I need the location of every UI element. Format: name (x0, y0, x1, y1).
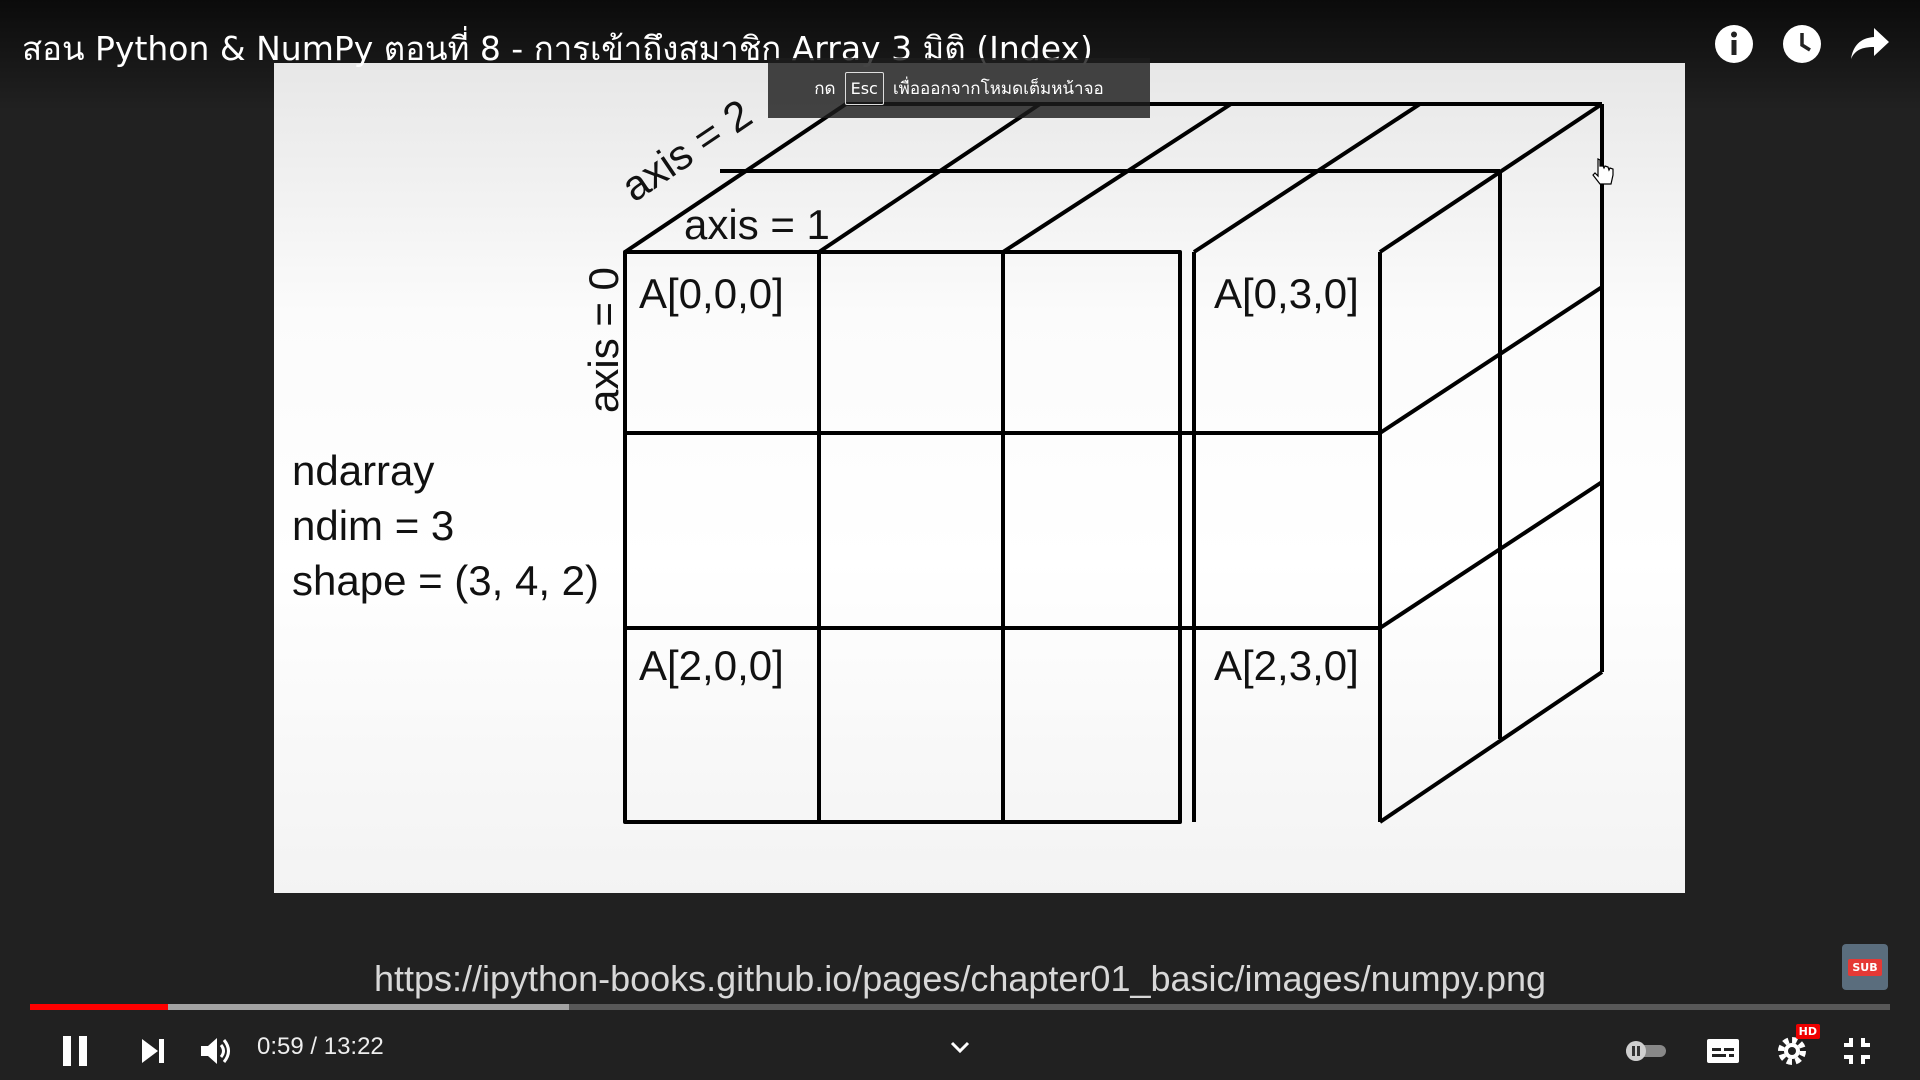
hd-badge: HD (1795, 1024, 1820, 1039)
cell-label-a000: A[0,0,0] (639, 270, 784, 317)
axis2-label: axis = 2 (613, 90, 760, 211)
next-icon (142, 1039, 164, 1063)
settings-button[interactable]: HD (1770, 1024, 1820, 1072)
cell-label-a230: A[2,3,0] (1214, 642, 1359, 689)
fullscreen-exit-toast: กด Esc เพื่อออกจากโหมดเต็มหน้าจอ (768, 58, 1150, 118)
gear-icon (1778, 1037, 1806, 1065)
exit-fullscreen-button[interactable] (1837, 1030, 1877, 1072)
chevron-down-icon (950, 1041, 970, 1054)
share-icon[interactable] (1850, 22, 1890, 66)
subscribe-badge-label: SUB (1848, 958, 1882, 976)
toast-prefix: กด (814, 78, 836, 99)
expand-chevron-button[interactable] (940, 1026, 980, 1068)
pause-button[interactable] (55, 1030, 95, 1072)
captions-icon (1707, 1039, 1739, 1063)
source-url-caption: https://ipython-books.github.io/pages/ch… (373, 958, 1547, 999)
info-line-3: shape = (3, 4, 2) (292, 557, 599, 604)
progress-played (30, 1004, 168, 1010)
volume-icon (201, 1038, 230, 1064)
volume-button[interactable] (196, 1030, 236, 1072)
esc-key-hint: Esc (844, 71, 884, 105)
front-face (623, 250, 1182, 824)
autoplay-toggle[interactable] (1622, 1030, 1670, 1072)
pause-icon (63, 1036, 87, 1066)
info-icon[interactable] (1714, 22, 1754, 66)
axis0-label: axis = 0 (580, 267, 627, 413)
ndarray-cube-diagram: A[0,0,0] A[0,3,0] A[2,0,0] A[2,3,0] axis… (292, 90, 1614, 824)
next-button[interactable] (133, 1030, 173, 1072)
cell-label-a200: A[2,0,0] (639, 642, 784, 689)
time-display: 0:59 / 13:22 (257, 1033, 384, 1060)
autoplay-toggle-icon (1626, 1041, 1666, 1061)
info-line-1: ndarray (292, 447, 434, 494)
video-frame[interactable]: A[0,0,0] A[0,3,0] A[2,0,0] A[2,3,0] axis… (274, 63, 1685, 893)
captions-button[interactable] (1703, 1030, 1743, 1072)
info-line-2: ndim = 3 (292, 502, 454, 549)
toast-suffix: เพื่อออกจากโหมดเต็มหน้าจอ (892, 78, 1104, 99)
subscribe-watermark[interactable]: SUB (1842, 944, 1888, 990)
progress-bar[interactable] (30, 1004, 1890, 1010)
clock-icon[interactable] (1782, 22, 1822, 66)
axis1-label: axis = 1 (684, 201, 830, 248)
cell-label-a030: A[0,3,0] (1214, 270, 1359, 317)
exit-fullscreen-icon (1844, 1038, 1870, 1064)
